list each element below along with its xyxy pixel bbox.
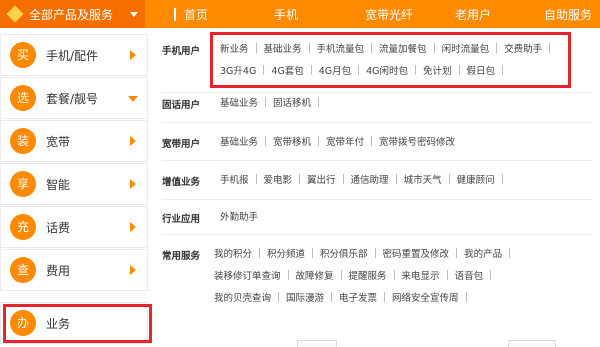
sidebar-item-label: 手机/配件 <box>46 49 99 63</box>
link-basic-business[interactable]: 基础业务 <box>264 41 302 55</box>
chevron-right-icon <box>130 265 136 275</box>
link-intl-roaming[interactable]: 国际漫游 <box>286 290 324 304</box>
link-password-reset[interactable]: 密码重置及修改 <box>383 246 450 260</box>
link-free-plan[interactable]: 免计划 <box>423 63 452 77</box>
sidebar-item-label: 宽带 <box>46 135 71 149</box>
link-mobile-news[interactable]: 手机报 <box>220 172 249 186</box>
cutoff-control <box>508 340 556 347</box>
link-security-week[interactable]: 网络安全宣传周 <box>392 290 459 304</box>
sidebar-item-label: 智能 <box>46 178 71 192</box>
link-health-advisor[interactable]: 健康顾问 <box>457 172 495 186</box>
section-title: 宽带用户 <box>162 139 201 150</box>
divider <box>162 234 592 235</box>
link-4g-idle[interactable]: 4G闲时包 <box>366 63 408 77</box>
link-extra-data-pack[interactable]: 流量加餐包 <box>379 41 427 55</box>
link-shell-query[interactable]: 我的贝壳查询 <box>214 290 271 304</box>
recharge-icon: 充 <box>10 214 36 240</box>
section-links: 新业务 基础业务 手机流量包 流量加餐包 闲时流量包 交费助手 3G升4G 4G… <box>220 37 590 81</box>
section-links: 基础业务 固话移机 <box>220 91 590 113</box>
nav-self-service[interactable]: 自助服务 <box>544 6 592 23</box>
cutoff-control <box>297 340 337 347</box>
category-sidebar: 买 手机/配件 选 套餐/靓号 装 宽带 享 智能 充 话费 查 费用 办 业务 <box>0 28 148 347</box>
link-e-invoice[interactable]: 电子发票 <box>339 290 377 304</box>
link-fault-repair[interactable]: 故障修复 <box>296 268 334 282</box>
nav-separator <box>174 8 176 21</box>
link-dialup-password[interactable]: 宽带拨号密码修改 <box>379 134 455 148</box>
chevron-right-icon <box>130 179 136 189</box>
sidebar-item-topup[interactable]: 充 话费 <box>0 206 148 248</box>
link-caller-id[interactable]: 来电显示 <box>402 268 440 282</box>
link-reminder-service[interactable]: 提醒服务 <box>349 268 387 282</box>
sidebar-item-label: 费用 <box>46 264 71 278</box>
sidebar-item-phones[interactable]: 买 手机/配件 <box>0 34 148 76</box>
link-3g-to-4g[interactable]: 3G升4G <box>220 63 256 77</box>
chevron-down-icon <box>128 96 138 102</box>
link-travel[interactable]: 翼出行 <box>307 172 336 186</box>
link-points-channel[interactable]: 积分频道 <box>267 246 305 260</box>
link-landline-move[interactable]: 固话移机 <box>273 95 311 109</box>
highlight-box-business <box>3 304 152 343</box>
divider <box>162 160 592 161</box>
link-basic-business[interactable]: 基础业务 <box>220 134 258 148</box>
sidebar-item-plans[interactable]: 选 套餐/靓号 <box>0 77 148 119</box>
link-voice-pack[interactable]: 语音包 <box>455 268 484 282</box>
link-new-business[interactable]: 新业务 <box>220 41 249 55</box>
link-my-products[interactable]: 我的产品 <box>464 246 502 260</box>
link-order-query[interactable]: 装移修订单查询 <box>214 268 281 282</box>
sidebar-item-broadband[interactable]: 装 宽带 <box>0 120 148 162</box>
section-title: 增值业务 <box>162 177 201 188</box>
section-title: 手机用户 <box>162 46 201 57</box>
nav-mobile[interactable]: 手机 <box>274 6 298 23</box>
section-links: 手机报 爱电影 翼出行 通信助理 城市天气 健康顾问 <box>220 168 590 190</box>
buy-icon: 买 <box>10 42 36 68</box>
divider <box>162 122 592 123</box>
query-icon: 查 <box>10 257 36 283</box>
link-4g-monthly[interactable]: 4G月包 <box>319 63 351 77</box>
sidebar-item-billing[interactable]: 查 费用 <box>0 249 148 291</box>
section-links: 外勤助手 <box>220 205 590 227</box>
nav-existing-users[interactable]: 老用户 <box>455 6 491 23</box>
nav-home[interactable]: 首页 <box>184 6 208 23</box>
section-title: 固话用户 <box>162 100 201 111</box>
all-products-menu[interactable]: 全部产品及服务 <box>0 0 145 28</box>
link-payment-assistant[interactable]: 交费助手 <box>504 41 542 55</box>
section-title: 常用服务 <box>162 251 201 262</box>
chevron-down-icon <box>130 12 138 17</box>
diamond-icon <box>6 5 24 23</box>
link-idle-data-pack[interactable]: 闲时流量包 <box>442 41 490 55</box>
chevron-right-icon <box>130 50 136 60</box>
nav-broadband[interactable]: 宽带光纤 <box>365 6 413 23</box>
link-data-pack[interactable]: 手机流量包 <box>317 41 365 55</box>
link-4g-package[interactable]: 4G套包 <box>271 63 303 77</box>
enjoy-icon: 享 <box>10 171 36 197</box>
chevron-right-icon <box>130 222 136 232</box>
link-comm-assistant[interactable]: 通信助理 <box>351 172 389 186</box>
link-movies[interactable]: 爱电影 <box>264 172 293 186</box>
link-points-club[interactable]: 积分俱乐部 <box>320 246 368 260</box>
link-holiday-pack[interactable]: 假日包 <box>467 63 496 77</box>
divider <box>162 199 592 200</box>
link-city-weather[interactable]: 城市天气 <box>404 172 442 186</box>
install-icon: 装 <box>10 128 36 154</box>
section-title: 行业应用 <box>162 214 201 225</box>
sidebar-item-label: 话费 <box>46 221 71 235</box>
chevron-right-icon <box>130 136 136 146</box>
top-nav-bar: 全部产品及服务 首页 手机 宽带光纤 老用户 自助服务 <box>0 0 600 28</box>
link-my-points[interactable]: 我的积分 <box>214 246 252 260</box>
business-menu-panel: 手机用户 新业务 基础业务 手机流量包 流量加餐包 闲时流量包 交费助手 3G升… <box>148 28 600 347</box>
sidebar-item-label: 套餐/靓号 <box>46 92 99 106</box>
select-icon: 选 <box>10 85 36 111</box>
link-basic-business[interactable]: 基础业务 <box>220 95 258 109</box>
section-links: 我的积分 积分频道 积分俱乐部 密码重置及修改 我的产品 装移修订单查询 故障修… <box>214 242 584 308</box>
link-broadband-move[interactable]: 宽带移机 <box>273 134 311 148</box>
link-broadband-yearly[interactable]: 宽带年付 <box>326 134 364 148</box>
link-field-assistant[interactable]: 外勤助手 <box>220 209 258 223</box>
sidebar-item-smart[interactable]: 享 智能 <box>0 163 148 205</box>
section-links: 基础业务 宽带移机 宽带年付 宽带拨号密码修改 <box>220 130 590 152</box>
all-products-label: 全部产品及服务 <box>29 8 114 22</box>
